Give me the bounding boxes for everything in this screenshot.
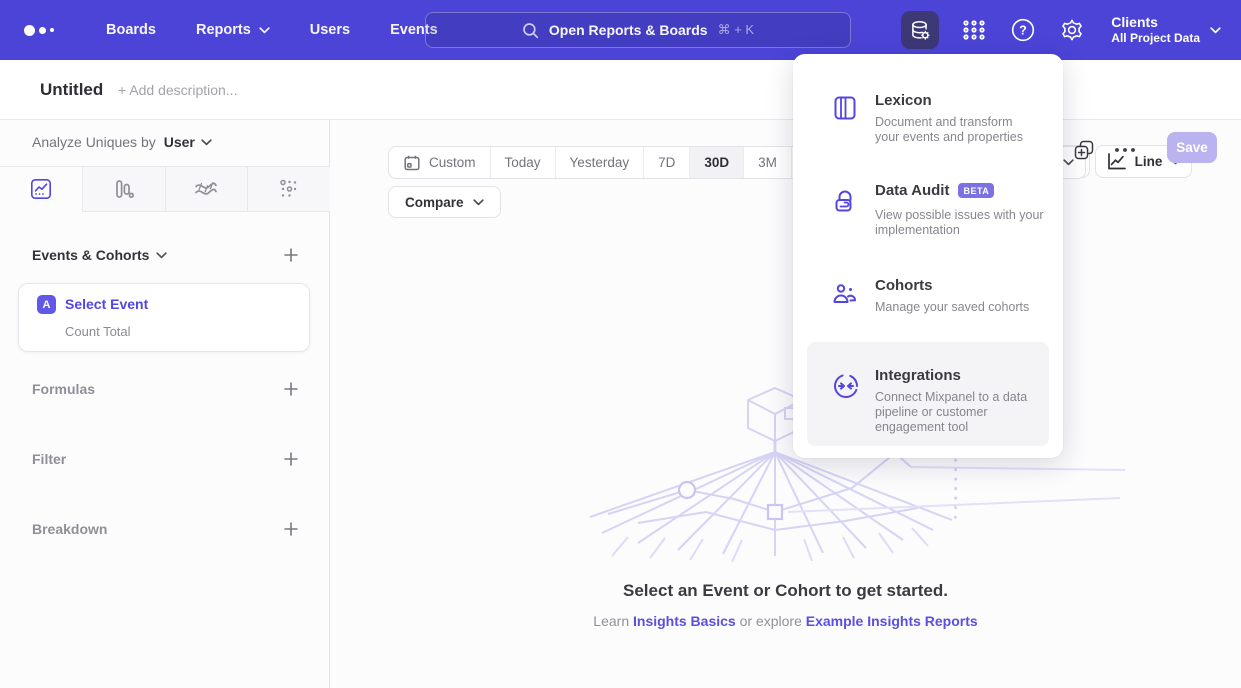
settings-button[interactable] (1058, 16, 1086, 44)
search-placeholder: Open Reports & Boards (549, 22, 708, 38)
project-name: Clients (1111, 14, 1200, 31)
count-total-label[interactable]: Count Total (65, 324, 131, 339)
nav-item-users[interactable]: Users (310, 22, 350, 38)
top-nav: Boards Reports Users Events Open Reports… (0, 0, 1241, 60)
add-breakdown-button[interactable] (283, 521, 299, 537)
date-range-today[interactable]: Today (490, 147, 555, 178)
apps-grid-button[interactable] (960, 16, 988, 44)
analyze-row: Analyze Uniques by User (32, 134, 212, 150)
svg-text:?: ? (1019, 24, 1027, 38)
event-card[interactable]: A Select Event Count Total (18, 283, 310, 352)
chevron-down-icon (1210, 27, 1221, 34)
app-root: Boards Reports Users Events Open Reports… (0, 0, 1241, 688)
analyze-value-dropdown[interactable]: User (164, 134, 212, 150)
tab-bar-chart[interactable] (82, 167, 165, 212)
tab-metrics-grid[interactable] (247, 167, 330, 212)
date-range-30d[interactable]: 30D (689, 147, 743, 178)
menu-item-lexicon[interactable]: Lexicon Document and transformyour event… (793, 92, 1063, 172)
chevron-down-icon (201, 139, 212, 146)
line-chart-box-icon (29, 177, 53, 201)
visualization-tabs (0, 166, 330, 212)
date-range-custom[interactable]: Custom (389, 147, 490, 178)
empty-state-subtitle: Learn Insights Basics or explore Example… (330, 613, 1241, 629)
insights-basics-link[interactable]: Insights Basics (633, 613, 736, 629)
date-range-7d[interactable]: 7D (643, 147, 689, 178)
breakdown-section: Breakdown (32, 518, 299, 540)
events-cohorts-section: Events & Cohorts (32, 244, 299, 266)
cohorts-people-icon (831, 280, 859, 308)
lexicon-book-icon (831, 94, 859, 122)
date-range-3m[interactable]: 3M (743, 147, 791, 178)
project-selector[interactable]: Clients All Project Data (1111, 14, 1221, 46)
formulas-label: Formulas (32, 381, 95, 397)
example-insights-reports-link[interactable]: Example Insights Reports (806, 613, 978, 629)
nav-item-boards[interactable]: Boards (106, 22, 156, 38)
grid-dots-icon (961, 17, 987, 43)
select-event-label[interactable]: Select Event (65, 296, 148, 312)
date-range-yesterday[interactable]: Yesterday (555, 147, 644, 178)
formulas-section: Formulas (32, 378, 299, 400)
compare-button[interactable]: Compare (388, 186, 501, 218)
dots-metric-icon (277, 177, 301, 201)
question-circle-icon: ? (1010, 17, 1036, 43)
mixpanel-logo-icon[interactable] (24, 25, 68, 36)
report-description-placeholder[interactable]: + Add description... (118, 82, 237, 98)
menu-item-cohorts[interactable]: Cohorts Manage your saved cohorts (793, 277, 1063, 337)
bar-chart-icon (112, 177, 136, 201)
gear-icon (1059, 17, 1085, 43)
events-cohorts-label[interactable]: Events & Cohorts (32, 247, 167, 263)
filter-label: Filter (32, 451, 66, 467)
filter-section: Filter (32, 448, 299, 470)
chevron-down-icon (473, 199, 484, 206)
chevron-down-icon (156, 252, 167, 259)
save-button[interactable]: Save (1167, 132, 1217, 163)
flow-sankey-icon (193, 177, 219, 201)
search-shortcut: ⌘ + K (718, 22, 755, 38)
integrations-sync-icon (831, 371, 859, 399)
add-filter-button[interactable] (283, 451, 299, 467)
help-button[interactable]: ? (1009, 16, 1037, 44)
menu-item-data-audit[interactable]: Data AuditBETA View possible issues with… (793, 182, 1063, 262)
calendar-icon (403, 154, 421, 172)
report-title[interactable]: Untitled (40, 80, 103, 100)
tab-flow-chart[interactable] (165, 167, 248, 212)
copy-plus-icon (1073, 139, 1095, 161)
query-sidebar: Analyze Uniques by User (0, 120, 330, 688)
nav-item-reports[interactable]: Reports (196, 22, 270, 38)
data-management-button[interactable] (901, 11, 939, 49)
add-event-button[interactable] (283, 247, 299, 263)
event-letter-badge: A (37, 295, 56, 314)
tab-insights-line[interactable] (0, 167, 82, 212)
more-options-button[interactable] (1113, 138, 1137, 162)
project-scope: All Project Data (1111, 31, 1200, 46)
menu-item-integrations[interactable]: Integrations Connect Mixpanel to a datap… (793, 367, 1063, 477)
duplicate-report-button[interactable] (1072, 138, 1096, 162)
add-formula-button[interactable] (283, 381, 299, 397)
search-icon (522, 22, 539, 39)
analyze-label: Analyze Uniques by (32, 134, 156, 150)
chevron-down-icon (259, 27, 270, 34)
breakdown-label: Breakdown (32, 521, 107, 537)
ellipsis-icon (1113, 147, 1137, 153)
data-management-menu: Lexicon Document and transformyour event… (793, 54, 1063, 458)
database-gear-icon (909, 19, 932, 42)
global-search-input[interactable]: Open Reports & Boards ⌘ + K (425, 12, 851, 48)
data-audit-icon (831, 188, 859, 216)
empty-state-title: Select an Event or Cohort to get started… (330, 581, 1241, 601)
beta-badge: BETA (958, 183, 994, 198)
main-content: Custom Today Yesterday 7D 30D 3M 6M 12M … (330, 120, 1241, 688)
